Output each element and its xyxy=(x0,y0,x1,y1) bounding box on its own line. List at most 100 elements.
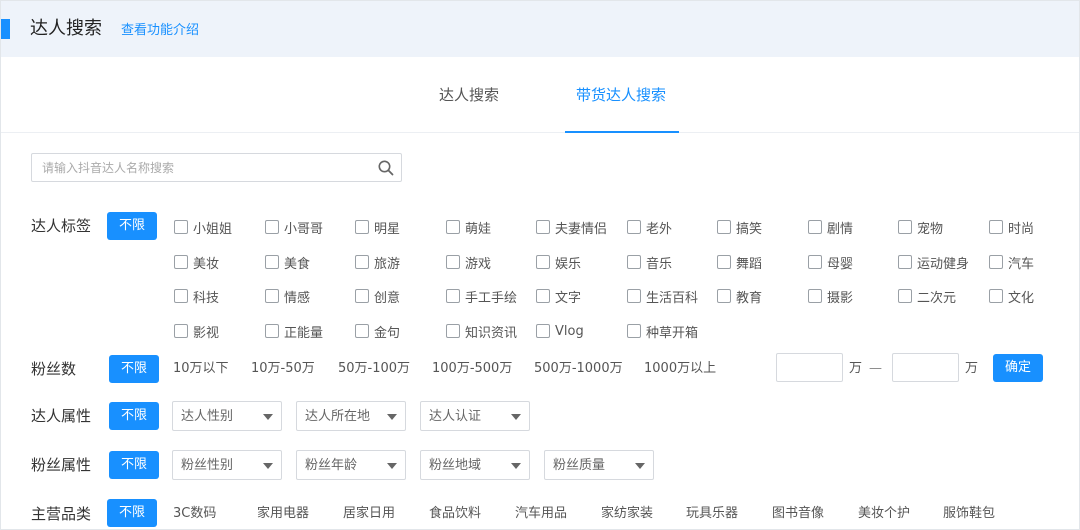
checkbox-square[interactable] xyxy=(446,255,460,269)
fans-option[interactable]: 1000万以上 xyxy=(644,359,716,379)
tag-checkbox[interactable]: 文化 xyxy=(989,286,1034,306)
tag-checkbox[interactable]: 教育 xyxy=(717,286,762,306)
checkbox-square[interactable] xyxy=(989,289,1003,303)
checkbox-square[interactable] xyxy=(174,220,188,234)
fans-max-input[interactable] xyxy=(892,353,959,382)
checkbox-square[interactable] xyxy=(355,255,369,269)
tag-checkbox[interactable]: 知识资讯 xyxy=(446,321,517,341)
checkbox-square[interactable] xyxy=(446,289,460,303)
checkbox-square[interactable] xyxy=(174,255,188,269)
checkbox-square[interactable] xyxy=(536,324,550,338)
fans-confirm-button[interactable]: 确定 xyxy=(993,354,1043,382)
tab-influencer-search[interactable]: 达人搜索 xyxy=(439,84,499,106)
checkbox-square[interactable] xyxy=(446,220,460,234)
fan-attributes-unlimited-button[interactable]: 不限 xyxy=(109,451,159,479)
fan-gender-dropdown[interactable]: 粉丝性别 xyxy=(172,450,282,480)
fans-min-input[interactable] xyxy=(776,353,843,382)
checkbox-square[interactable] xyxy=(989,220,1003,234)
tag-checkbox[interactable]: 正能量 xyxy=(265,321,323,341)
fan-age-dropdown[interactable]: 粉丝年龄 xyxy=(296,450,406,480)
tag-checkbox[interactable]: 搞笑 xyxy=(717,217,762,237)
category-option[interactable]: 玩具乐器 xyxy=(686,504,738,524)
tag-checkbox[interactable]: 运动健身 xyxy=(898,252,969,272)
tag-checkbox[interactable]: 宠物 xyxy=(898,217,943,237)
checkbox-square[interactable] xyxy=(989,255,1003,269)
category-option[interactable]: 服饰鞋包 xyxy=(943,504,995,524)
checkbox-square[interactable] xyxy=(627,289,641,303)
checkbox-square[interactable] xyxy=(265,324,279,338)
tag-checkbox[interactable]: 时尚 xyxy=(989,217,1034,237)
tag-checkbox[interactable]: 萌娃 xyxy=(446,217,491,237)
fan-region-dropdown[interactable]: 粉丝地域 xyxy=(420,450,530,480)
checkbox-square[interactable] xyxy=(174,289,188,303)
tag-checkbox[interactable]: 美食 xyxy=(265,252,310,272)
checkbox-square[interactable] xyxy=(536,255,550,269)
category-option[interactable]: 食品饮料 xyxy=(429,504,481,524)
fans-option[interactable]: 50万-100万 xyxy=(338,359,410,379)
influencer-gender-dropdown[interactable]: 达人性别 xyxy=(172,401,282,431)
checkbox-square[interactable] xyxy=(808,220,822,234)
category-option[interactable]: 图书音像 xyxy=(772,504,824,524)
checkbox-square[interactable] xyxy=(265,220,279,234)
category-unlimited-button[interactable]: 不限 xyxy=(107,499,157,527)
checkbox-square[interactable] xyxy=(717,289,731,303)
checkbox-square[interactable] xyxy=(627,255,641,269)
category-option[interactable]: 家用电器 xyxy=(257,504,309,524)
tag-checkbox[interactable]: 老外 xyxy=(627,217,672,237)
tag-checkbox[interactable]: 手工手绘 xyxy=(446,286,517,306)
tag-checkbox[interactable]: 明星 xyxy=(355,217,400,237)
tag-checkbox[interactable]: 创意 xyxy=(355,286,400,306)
search-input[interactable] xyxy=(32,154,372,181)
tag-checkbox[interactable]: Vlog xyxy=(536,321,584,341)
fans-unlimited-button[interactable]: 不限 xyxy=(109,355,159,383)
tag-checkbox[interactable]: 影视 xyxy=(174,321,219,341)
checkbox-square[interactable] xyxy=(355,289,369,303)
checkbox-square[interactable] xyxy=(717,220,731,234)
checkbox-square[interactable] xyxy=(265,289,279,303)
tag-checkbox[interactable]: 母婴 xyxy=(808,252,853,272)
tag-checkbox[interactable]: 舞蹈 xyxy=(717,252,762,272)
category-option[interactable]: 居家日用 xyxy=(343,504,395,524)
tag-checkbox[interactable]: 小姐姐 xyxy=(174,217,232,237)
tag-checkbox[interactable]: 文字 xyxy=(536,286,581,306)
tag-checkbox[interactable]: 游戏 xyxy=(446,252,491,272)
tags-unlimited-button[interactable]: 不限 xyxy=(107,212,157,240)
fan-quality-dropdown[interactable]: 粉丝质量 xyxy=(544,450,654,480)
tag-checkbox[interactable]: 汽车 xyxy=(989,252,1034,272)
checkbox-square[interactable] xyxy=(446,324,460,338)
tag-checkbox[interactable]: 生活百科 xyxy=(627,286,698,306)
fans-option[interactable]: 10万-50万 xyxy=(251,359,315,379)
influencer-verification-dropdown[interactable]: 达人认证 xyxy=(420,401,530,431)
checkbox-square[interactable] xyxy=(355,324,369,338)
checkbox-square[interactable] xyxy=(808,289,822,303)
fans-option[interactable]: 10万以下 xyxy=(173,359,229,379)
checkbox-square[interactable] xyxy=(174,324,188,338)
checkbox-square[interactable] xyxy=(898,220,912,234)
tag-checkbox[interactable]: 种草开箱 xyxy=(627,321,698,341)
checkbox-square[interactable] xyxy=(536,220,550,234)
search-icon[interactable] xyxy=(377,159,395,177)
category-option[interactable]: 汽车用品 xyxy=(515,504,567,524)
category-option[interactable]: 家纺家装 xyxy=(601,504,653,524)
tag-checkbox[interactable]: 旅游 xyxy=(355,252,400,272)
tag-checkbox[interactable]: 娱乐 xyxy=(536,252,581,272)
tag-checkbox[interactable]: 小哥哥 xyxy=(265,217,323,237)
checkbox-square[interactable] xyxy=(355,220,369,234)
checkbox-square[interactable] xyxy=(627,324,641,338)
checkbox-square[interactable] xyxy=(536,289,550,303)
tag-checkbox[interactable]: 剧情 xyxy=(808,217,853,237)
checkbox-square[interactable] xyxy=(898,289,912,303)
category-option[interactable]: 3C数码 xyxy=(173,504,216,524)
fans-option[interactable]: 100万-500万 xyxy=(432,359,512,379)
tag-checkbox[interactable]: 情感 xyxy=(265,286,310,306)
tab-sales-influencer-search[interactable]: 带货达人搜索 xyxy=(576,84,666,106)
fans-option[interactable]: 500万-1000万 xyxy=(534,359,623,379)
category-option[interactable]: 美妆个护 xyxy=(858,504,910,524)
feature-intro-link[interactable]: 查看功能介绍 xyxy=(121,21,199,41)
tag-checkbox[interactable]: 音乐 xyxy=(627,252,672,272)
tag-checkbox[interactable]: 二次元 xyxy=(898,286,956,306)
influencer-location-dropdown[interactable]: 达人所在地 xyxy=(296,401,406,431)
checkbox-square[interactable] xyxy=(898,255,912,269)
tag-checkbox[interactable]: 摄影 xyxy=(808,286,853,306)
attributes-unlimited-button[interactable]: 不限 xyxy=(109,402,159,430)
